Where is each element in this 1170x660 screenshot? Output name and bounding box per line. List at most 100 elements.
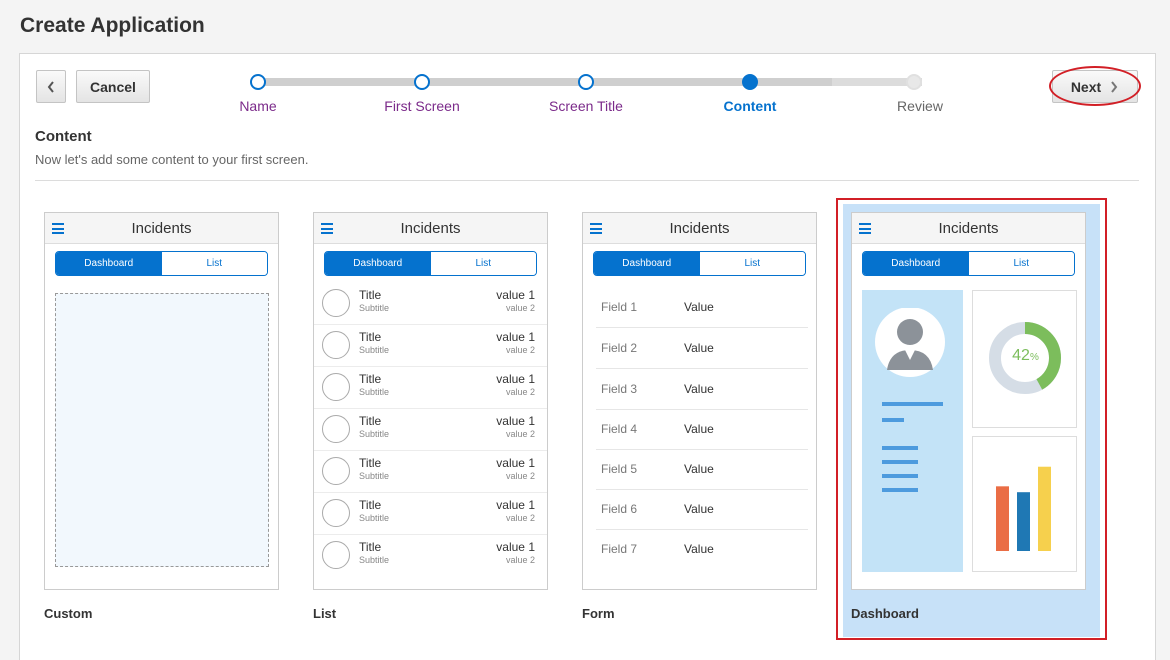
page-title: Create Application: [20, 14, 205, 37]
list-item-value1: value 1: [496, 330, 535, 344]
avatar-circle-icon: [322, 499, 350, 527]
step-dot-review[interactable]: [906, 74, 922, 90]
list-item-title: Title: [359, 372, 382, 386]
list-item: Title Subtitle value 1 value 2: [314, 325, 547, 367]
list-item-value2: value 2: [505, 513, 535, 523]
form-field-label: Field 7: [601, 542, 638, 556]
card-label: List: [313, 606, 337, 621]
card-label: Custom: [44, 606, 93, 621]
form-row: Field 1 Value: [596, 287, 808, 328]
list-item-title: Title: [359, 540, 382, 554]
list-item-value1: value 1: [496, 414, 535, 428]
form-row: Field 2 Value: [596, 328, 808, 369]
list-item: Title Subtitle value 1 value 2: [314, 451, 547, 493]
phone-preview: Incidents Dashboard List Title Subtitle …: [313, 212, 548, 590]
list-item-title: Title: [359, 330, 382, 344]
cancel-button[interactable]: Cancel: [76, 70, 150, 103]
form-field-label: Field 6: [601, 502, 638, 516]
segmented-control: Dashboard List: [324, 251, 537, 276]
list-item-subtitle: Subtitle: [359, 345, 390, 355]
list-item-subtitle: Subtitle: [359, 513, 390, 523]
list-item-value1: value 1: [496, 288, 535, 302]
custom-content-area: [55, 293, 269, 567]
list-item: Title Subtitle value 1 value 2: [314, 367, 547, 409]
chevron-left-icon: [47, 80, 54, 93]
list-item: Title Subtitle value 1 value 2: [314, 409, 547, 451]
list-item-subtitle: Subtitle: [359, 555, 390, 565]
step-dot-name[interactable]: [250, 74, 266, 90]
form-field-label: Field 1: [601, 300, 638, 314]
template-card-form[interactable]: Incidents Dashboard List Field 1 Value F…: [577, 204, 842, 629]
list-item: Title Subtitle value 1 value 2: [314, 283, 547, 325]
list-item-subtitle: Subtitle: [359, 429, 390, 439]
form-field-label: Field 5: [601, 462, 638, 476]
list-item-value2: value 2: [505, 555, 535, 565]
form-field-value: Value: [684, 422, 714, 436]
step-dot-screen-title[interactable]: [578, 74, 594, 90]
step-label-name[interactable]: Name: [239, 98, 276, 114]
form-field-value: Value: [684, 341, 714, 355]
phone-title: Incidents: [400, 220, 461, 237]
next-highlight-callout: [1049, 66, 1141, 106]
list-item: Title Subtitle value 1 value 2: [314, 493, 547, 535]
list-item-title: Title: [359, 288, 382, 302]
segment-dashboard: Dashboard: [325, 252, 431, 275]
list-item-value2: value 2: [505, 429, 535, 439]
step-label-first-screen[interactable]: First Screen: [384, 98, 459, 114]
segment-list: List: [699, 252, 805, 275]
step-label-content[interactable]: Content: [724, 98, 777, 114]
section-description: Now let's add some content to your first…: [35, 152, 309, 167]
template-card-list[interactable]: Incidents Dashboard List Title Subtitle …: [308, 204, 573, 629]
section-title: Content: [35, 128, 92, 145]
list-item-subtitle: Subtitle: [359, 303, 390, 313]
form-field-value: Value: [684, 300, 714, 314]
form-field-label: Field 2: [601, 341, 638, 355]
list-item-title: Title: [359, 414, 382, 428]
segment-list: List: [430, 252, 536, 275]
list-item-subtitle: Subtitle: [359, 471, 390, 481]
list-item-value2: value 2: [505, 471, 535, 481]
back-button[interactable]: [36, 70, 66, 103]
list-item-value1: value 1: [496, 540, 535, 554]
form-field-value: Value: [684, 502, 714, 516]
avatar-circle-icon: [322, 415, 350, 443]
step-dot-first-screen[interactable]: [414, 74, 430, 90]
avatar-circle-icon: [322, 373, 350, 401]
list-item-value2: value 2: [505, 345, 535, 355]
form-row: Field 7 Value: [596, 529, 808, 570]
avatar-circle-icon: [322, 457, 350, 485]
phone-title: Incidents: [131, 220, 192, 237]
list-item-subtitle: Subtitle: [359, 387, 390, 397]
segment-dashboard: Dashboard: [56, 252, 162, 275]
form-row: Field 3 Value: [596, 369, 808, 410]
avatar-circle-icon: [322, 289, 350, 317]
phone-preview: Incidents Dashboard List: [44, 212, 279, 590]
list-item-value2: value 2: [505, 303, 535, 313]
list-item-value2: value 2: [505, 387, 535, 397]
list-item: Title Subtitle value 1 value 2: [314, 535, 547, 577]
form-field-label: Field 3: [601, 382, 638, 396]
phone-header: Incidents: [314, 213, 547, 244]
phone-header: Incidents: [583, 213, 816, 244]
step-label-review[interactable]: Review: [897, 98, 943, 114]
phone-title: Incidents: [669, 220, 730, 237]
segment-dashboard: Dashboard: [594, 252, 700, 275]
card-label: Form: [582, 606, 615, 621]
segmented-control: Dashboard List: [593, 251, 806, 276]
form-row: Field 6 Value: [596, 489, 808, 530]
list-item-title: Title: [359, 498, 382, 512]
step-label-screen-title[interactable]: Screen Title: [549, 98, 623, 114]
wizard-panel: Cancel Next Name First Screen Screen Tit…: [19, 53, 1156, 660]
form-row: Field 5 Value: [596, 449, 808, 490]
form-row: Field 4 Value: [596, 409, 808, 450]
list-item-value1: value 1: [496, 498, 535, 512]
form-field-label: Field 4: [601, 422, 638, 436]
list-item-value1: value 1: [496, 456, 535, 470]
avatar-circle-icon: [322, 331, 350, 359]
list-item-title: Title: [359, 456, 382, 470]
form-field-value: Value: [684, 462, 714, 476]
step-dot-content[interactable]: [742, 74, 758, 90]
divider: [35, 180, 1139, 181]
template-card-custom[interactable]: Incidents Dashboard List Custom: [39, 204, 304, 629]
form-field-value: Value: [684, 542, 714, 556]
